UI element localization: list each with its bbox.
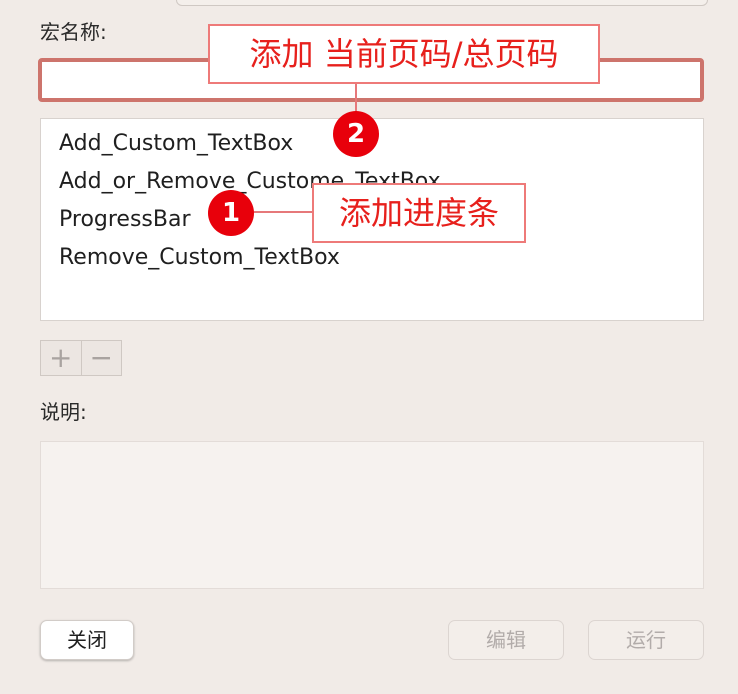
annotation-connector-2 — [355, 84, 357, 112]
description-box — [40, 441, 704, 589]
list-item[interactable]: Remove_Custom_TextBox — [41, 239, 703, 277]
annotation-callout-progress-bar: 添加进度条 — [312, 183, 526, 243]
top-panel-edge — [176, 0, 708, 6]
macro-name-label: 宏名称: — [40, 20, 107, 44]
edit-button[interactable]: 编辑 — [448, 620, 564, 660]
minus-icon[interactable]: − — [80, 341, 122, 375]
close-button[interactable]: 关闭 — [40, 620, 134, 660]
plus-icon[interactable]: + — [41, 341, 81, 375]
annotation-callout-page-number: 添加 当前页码/总页码 — [208, 24, 600, 84]
annotation-marker-1: 1 — [208, 190, 254, 236]
description-label: 说明: — [40, 400, 87, 424]
run-button[interactable]: 运行 — [588, 620, 704, 660]
annotation-marker-2: 2 — [333, 111, 379, 157]
list-add-remove-controls: + − — [40, 340, 122, 376]
annotation-connector-1 — [254, 211, 312, 213]
